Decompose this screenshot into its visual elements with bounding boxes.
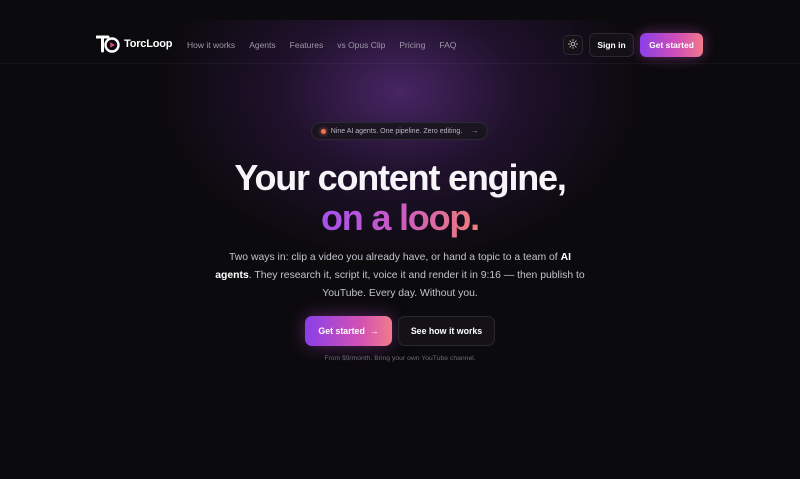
arrow-right-icon: → xyxy=(471,127,479,135)
hero-subtitle: Two ways in: clip a video you already ha… xyxy=(215,252,585,299)
headline-line2: on a loop. xyxy=(0,198,800,238)
headline-gradient-text: on a loop. xyxy=(321,197,480,238)
landing-page: TorcLoop How it works Agents Features vs… xyxy=(0,0,800,479)
brand-logo[interactable]: TorcLoop xyxy=(95,34,173,54)
hero-get-started-button[interactable]: Get started → xyxy=(305,316,392,346)
torcloop-logo-icon xyxy=(95,34,120,54)
nav-link-pricing[interactable]: Pricing xyxy=(399,40,425,50)
cta-primary-label: Get started xyxy=(318,326,365,336)
headline-line1: Your content engine, xyxy=(234,157,567,198)
theme-toggle-button[interactable] xyxy=(563,35,583,55)
see-how-it-works-button[interactable]: See how it works xyxy=(398,316,495,346)
top-nav: TorcLoop How it works Agents Features vs… xyxy=(0,0,800,64)
nav-get-started-button[interactable]: Get started xyxy=(640,33,703,57)
sign-in-button[interactable]: Sign in xyxy=(589,33,634,57)
nav-links: How it works Agents Features vs Opus Cli… xyxy=(187,40,470,50)
nav-link-features[interactable]: Features xyxy=(290,40,324,50)
announcement-pill[interactable]: Nine AI agents. One pipeline. Zero editi… xyxy=(311,122,488,140)
status-dot-icon xyxy=(320,128,326,134)
nav-link-how-it-works[interactable]: How it works xyxy=(187,40,235,50)
pricing-note: From $9/month. Bring your own YouTube ch… xyxy=(324,355,476,362)
arrow-right-icon: → xyxy=(369,326,379,336)
pill-text: Nine AI agents. One pipeline. Zero editi… xyxy=(330,127,463,135)
nav-link-agents[interactable]: Agents xyxy=(249,40,275,50)
sun-icon xyxy=(568,36,578,54)
nav-link-faq[interactable]: FAQ xyxy=(439,40,456,50)
brand-name: TorcLoop xyxy=(124,38,173,50)
nav-link-vs-opus-clip[interactable]: vs Opus Clip xyxy=(337,40,385,50)
